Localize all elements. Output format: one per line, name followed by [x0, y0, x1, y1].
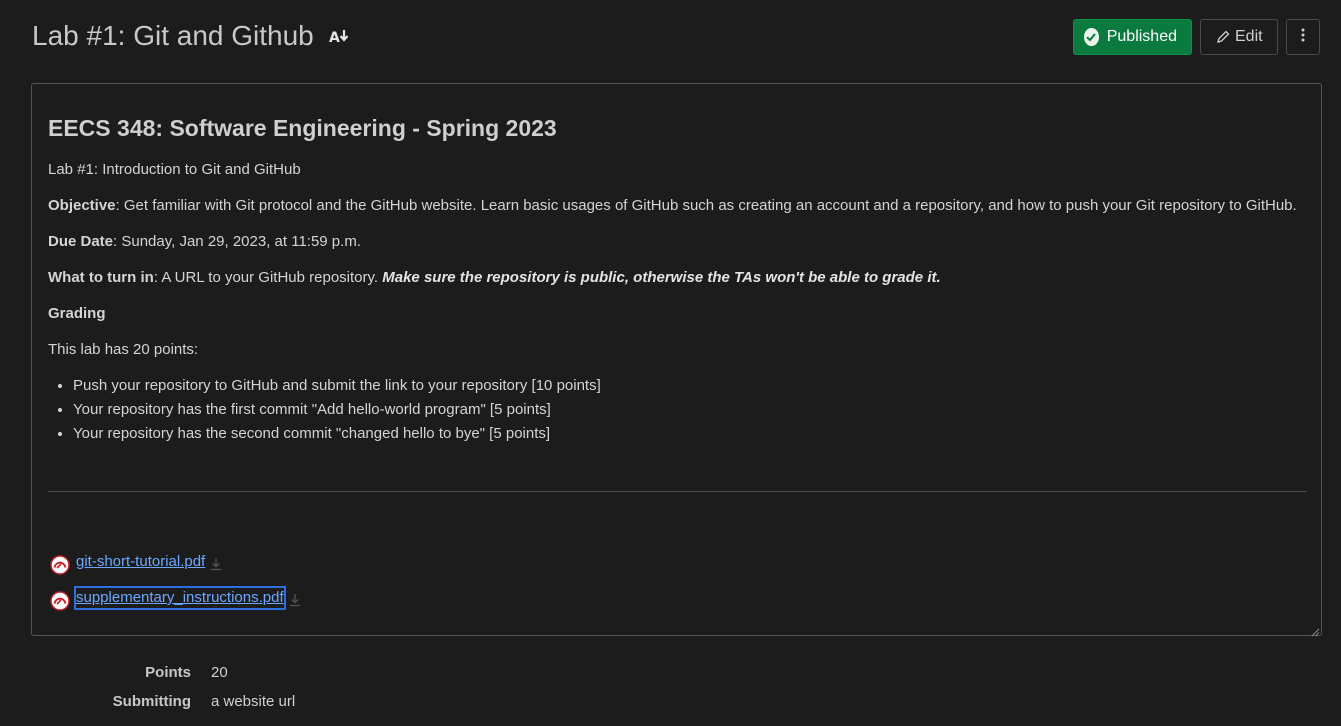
- course-heading: EECS 348: Software Engineering - Spring …: [48, 115, 557, 141]
- kebab-menu-icon: [1301, 27, 1305, 48]
- file-attachment: supplementary_instructions.pdf: [50, 585, 302, 611]
- published-label: Published: [1106, 28, 1177, 45]
- list-item: Your repository has the first commit "Ad…: [73, 398, 1307, 422]
- edit-button[interactable]: Edit: [1200, 19, 1278, 55]
- submitting-value: a website url: [211, 693, 296, 710]
- points-row: Points 20: [0, 658, 400, 687]
- file-link[interactable]: supplementary_instructions.pdf: [74, 586, 286, 610]
- header-actions: Published Edit: [1073, 19, 1320, 55]
- objective-label: Objective: [48, 197, 116, 214]
- points-value: 20: [211, 664, 228, 681]
- turn-in-emphasis: Make sure the repository is public, othe…: [382, 269, 941, 286]
- resize-grip-icon[interactable]: [1310, 624, 1320, 637]
- sort-download-icon[interactable]: A: [328, 24, 352, 48]
- published-button[interactable]: Published: [1073, 19, 1192, 55]
- pdf-file-icon: [50, 591, 70, 611]
- divider: [48, 491, 1307, 492]
- file-link[interactable]: git-short-tutorial.pdf: [76, 552, 205, 572]
- grading-label: Grading: [48, 305, 106, 322]
- download-icon[interactable]: [209, 557, 223, 571]
- due-date-text: : Sunday, Jan 29, 2023, at 11:59 p.m.: [113, 233, 361, 250]
- edit-label: Edit: [1235, 28, 1263, 45]
- more-options-button[interactable]: [1286, 19, 1320, 55]
- pencil-icon: [1215, 29, 1231, 45]
- download-icon[interactable]: [288, 593, 302, 607]
- turn-in-label: What to turn in: [48, 269, 154, 286]
- points-list: Push your repository to GitHub and submi…: [48, 374, 1307, 446]
- assignment-description: EECS 348: Software Engineering - Spring …: [31, 83, 1322, 637]
- points-intro: This lab has 20 points:: [48, 341, 199, 358]
- assignment-page: Lab #1: Git and Github A Published Edit: [0, 0, 1341, 726]
- objective-paragraph: Objective: Get familiar with Git protoco…: [48, 194, 1307, 218]
- turn-in-paragraph: What to turn in: A URL to your GitHub re…: [48, 266, 1307, 290]
- grading-heading: Grading: [48, 302, 1307, 326]
- list-item: Push your repository to GitHub and submi…: [73, 374, 1307, 398]
- points-label: Points: [145, 664, 191, 681]
- pdf-file-icon: [50, 555, 70, 575]
- lab-subtitle: Lab #1: Introduction to Git and GitHub: [48, 161, 301, 178]
- submitting-label: Submitting: [112, 693, 191, 710]
- svg-text:A: A: [329, 30, 340, 45]
- submitting-row: Submitting a website url: [0, 687, 400, 716]
- description-body: EECS 348: Software Engineering - Spring …: [48, 112, 1307, 446]
- file-attachment: git-short-tutorial.pdf: [50, 549, 223, 575]
- list-item: Your repository has the second commit "c…: [73, 422, 1307, 446]
- due-date-paragraph: Due Date: Sunday, Jan 29, 2023, at 11:59…: [48, 230, 1307, 254]
- assignment-details: Points 20 Submitting a website url: [0, 658, 400, 716]
- objective-text: : Get familiar with Git protocol and the…: [115, 197, 1297, 214]
- check-circle-icon: [1084, 28, 1099, 46]
- due-date-label: Due Date: [48, 233, 114, 250]
- turn-in-text: : A URL to your GitHub repository.: [153, 269, 383, 286]
- page-title: Lab #1: Git and Github: [32, 20, 314, 51]
- title-row: Lab #1: Git and Github A: [32, 18, 352, 54]
